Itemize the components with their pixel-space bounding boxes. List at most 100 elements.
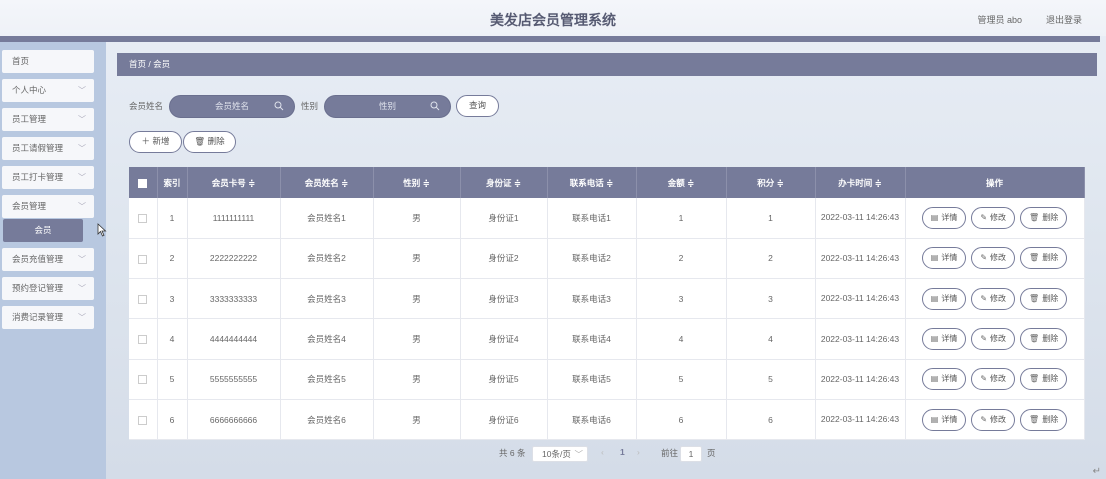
pencil-icon: ✎ (980, 374, 988, 384)
delete-button[interactable]: 🗑 删除 (1020, 206, 1068, 229)
edit-button[interactable]: ✎ 修改 (971, 206, 1016, 229)
page-size-value: 10条/页 (542, 449, 571, 459)
detail-button[interactable]: ▤ 详情 (921, 287, 967, 310)
batch-delete-button[interactable]: 🗑 删除 (183, 131, 236, 153)
detail-button[interactable]: ▤ 详情 (921, 206, 967, 229)
row-card-time: 2022-03-11 14:26:43 (815, 238, 906, 280)
column-header[interactable]: 联系电话 ≑ (547, 167, 637, 198)
logout-link[interactable]: 退出登录 (1046, 13, 1082, 26)
row-checkbox[interactable] (138, 254, 148, 264)
plus-icon: ＋ (141, 136, 151, 146)
pencil-icon: ✎ (980, 253, 988, 263)
trash-icon: 🗑 (1029, 334, 1040, 344)
row-checkbox[interactable] (138, 375, 148, 385)
query-button[interactable]: 查询 (456, 95, 499, 117)
column-header[interactable]: 金额 ≑ (636, 167, 727, 198)
edit-button[interactable]: ✎ 修改 (971, 247, 1016, 270)
sidebar-item-member[interactable]: 会员管理 ﹀ (2, 195, 94, 218)
add-button[interactable]: ＋ 新增 (129, 131, 182, 153)
column-header[interactable]: 性别 ≑ (373, 167, 461, 198)
edit-button-label: 修改 (990, 374, 1007, 384)
chevron-down-icon: ﹀ (78, 202, 86, 211)
member-table: 索引 会员卡号 ≑ 会员姓名 ≑ 性别 ≑ 身份证 ≑ 联系电话 ≑ 金额 ≑ … (129, 167, 1085, 441)
row-checkbox[interactable] (138, 214, 148, 224)
row-checkbox-cell (129, 399, 158, 441)
row-id-card: 身份证3 (460, 278, 548, 320)
row-card-number: 6666666666 (187, 399, 281, 441)
row-operations: ▤ 详情 ✎ 修改 🗑 删除 (905, 399, 1085, 441)
detail-button[interactable]: ▤ 详情 (921, 408, 967, 431)
column-header[interactable]: 办卡时间 ≑ (815, 167, 906, 198)
row-amount: 1 (636, 198, 727, 239)
page-number-current[interactable]: 1 (620, 447, 625, 457)
row-gender: 男 (373, 359, 461, 400)
document-icon: ▤ (930, 334, 939, 344)
row-amount: 5 (636, 359, 727, 400)
sidebar-item-consumption[interactable]: 消费记录管理 ﹀ (2, 306, 94, 329)
document-icon: ▤ (930, 253, 939, 263)
delete-button[interactable]: 🗑 删除 (1020, 247, 1068, 270)
select-all-cell[interactable] (129, 167, 158, 198)
delete-button[interactable]: 🗑 删除 (1020, 368, 1068, 391)
add-button-label: 新增 (152, 136, 170, 146)
edit-button[interactable]: ✎ 修改 (971, 408, 1016, 431)
sidebar-item-home[interactable]: 首页 (2, 50, 94, 73)
table-row: 1 1111111111 会员姓名1 男身份证1 联系电话1 1 1 2022-03-11 1… (129, 198, 1085, 239)
goto-label: 前往 (661, 448, 679, 458)
delete-button[interactable]: 🗑 删除 (1020, 328, 1068, 351)
edit-button[interactable]: ✎ 修改 (971, 287, 1016, 310)
column-header[interactable]: 会员卡号 ≑ (187, 167, 281, 198)
row-member-name: 会员姓名4 (280, 318, 374, 360)
goto-page-input[interactable]: 1 (680, 446, 702, 462)
sidebar-item-staff[interactable]: 员工管理 ﹀ (2, 108, 94, 131)
edit-button[interactable]: ✎ 修改 (971, 328, 1016, 351)
row-index: 2 (157, 238, 188, 280)
row-checkbox[interactable] (138, 415, 148, 425)
detail-button[interactable]: ▤ 详情 (921, 328, 967, 351)
row-checkbox[interactable] (138, 335, 148, 345)
member-name-input[interactable]: 会员姓名 (169, 95, 295, 118)
sidebar-item-booking[interactable]: 预约登记管理 ﹀ (2, 277, 94, 300)
top-bar: 美发店会员管理系统 管理员 abo 退出登录 (0, 0, 1106, 36)
sidebar-item-recharge[interactable]: 会员充值管理 ﹀ (2, 248, 94, 271)
delete-button[interactable]: 🗑 删除 (1020, 287, 1068, 310)
column-header[interactable]: 会员姓名 ≑ (280, 167, 374, 198)
trash-icon: 🗑 (1029, 253, 1040, 263)
row-card-number: 3333333333 (187, 278, 281, 320)
next-page-button[interactable]: › (637, 447, 640, 457)
detail-button[interactable]: ▤ 详情 (921, 247, 967, 270)
prev-page-button[interactable]: ‹ (601, 447, 604, 457)
gender-input[interactable]: 性别 (324, 95, 451, 118)
sidebar-item-label: 个人中心 (12, 85, 47, 95)
breadcrumb: 首页 / 会员 (117, 53, 1097, 76)
chevron-down-icon: ﹀ (78, 86, 86, 95)
row-amount: 2 (636, 238, 727, 280)
edit-button-label: 修改 (990, 334, 1007, 344)
delete-button-label: 删除 (1042, 414, 1059, 424)
row-member-name: 会员姓名2 (280, 238, 374, 280)
delete-button-label: 删除 (1042, 374, 1059, 384)
sidebar-item-label: 会员充值管理 (12, 254, 64, 264)
row-points: 4 (726, 318, 816, 360)
sidebar-subitem-member[interactable]: 会员 (3, 219, 83, 242)
chevron-down-icon: ﹀ (574, 449, 583, 459)
sidebar: 首页 个人中心 ﹀ 员工管理 ﹀ 员工请假管理 ﹀ 员工打卡管理 ﹀ 会员管理 ﹀ 会员 … (0, 42, 106, 479)
sidebar-item-profile[interactable]: 个人中心 ﹀ (2, 79, 94, 102)
row-gender: 男 (373, 198, 461, 239)
row-operations: ▤ 详情 ✎ 修改 🗑 删除 (905, 238, 1085, 280)
row-card-time: 2022-03-11 14:26:43 (815, 359, 906, 400)
select-all-checkbox[interactable] (138, 178, 148, 188)
sidebar-item-staff-leave[interactable]: 员工请假管理 ﹀ (2, 137, 94, 160)
detail-button-label: 详情 (941, 212, 958, 222)
detail-button[interactable]: ▤ 详情 (921, 368, 967, 391)
row-points: 5 (726, 359, 816, 400)
column-header[interactable]: 积分 ≑ (726, 167, 816, 198)
member-name-label: 会员姓名 (129, 101, 164, 111)
row-checkbox[interactable] (138, 294, 148, 304)
sidebar-item-staff-clock[interactable]: 员工打卡管理 ﹀ (2, 166, 94, 189)
delete-button[interactable]: 🗑 删除 (1020, 408, 1068, 431)
edit-button[interactable]: ✎ 修改 (971, 368, 1016, 391)
column-header[interactable]: 身份证 ≑ (460, 167, 548, 198)
page-size-select[interactable]: 10条/页 ﹀ (532, 446, 588, 462)
trash-icon: 🗑 (1029, 414, 1040, 424)
